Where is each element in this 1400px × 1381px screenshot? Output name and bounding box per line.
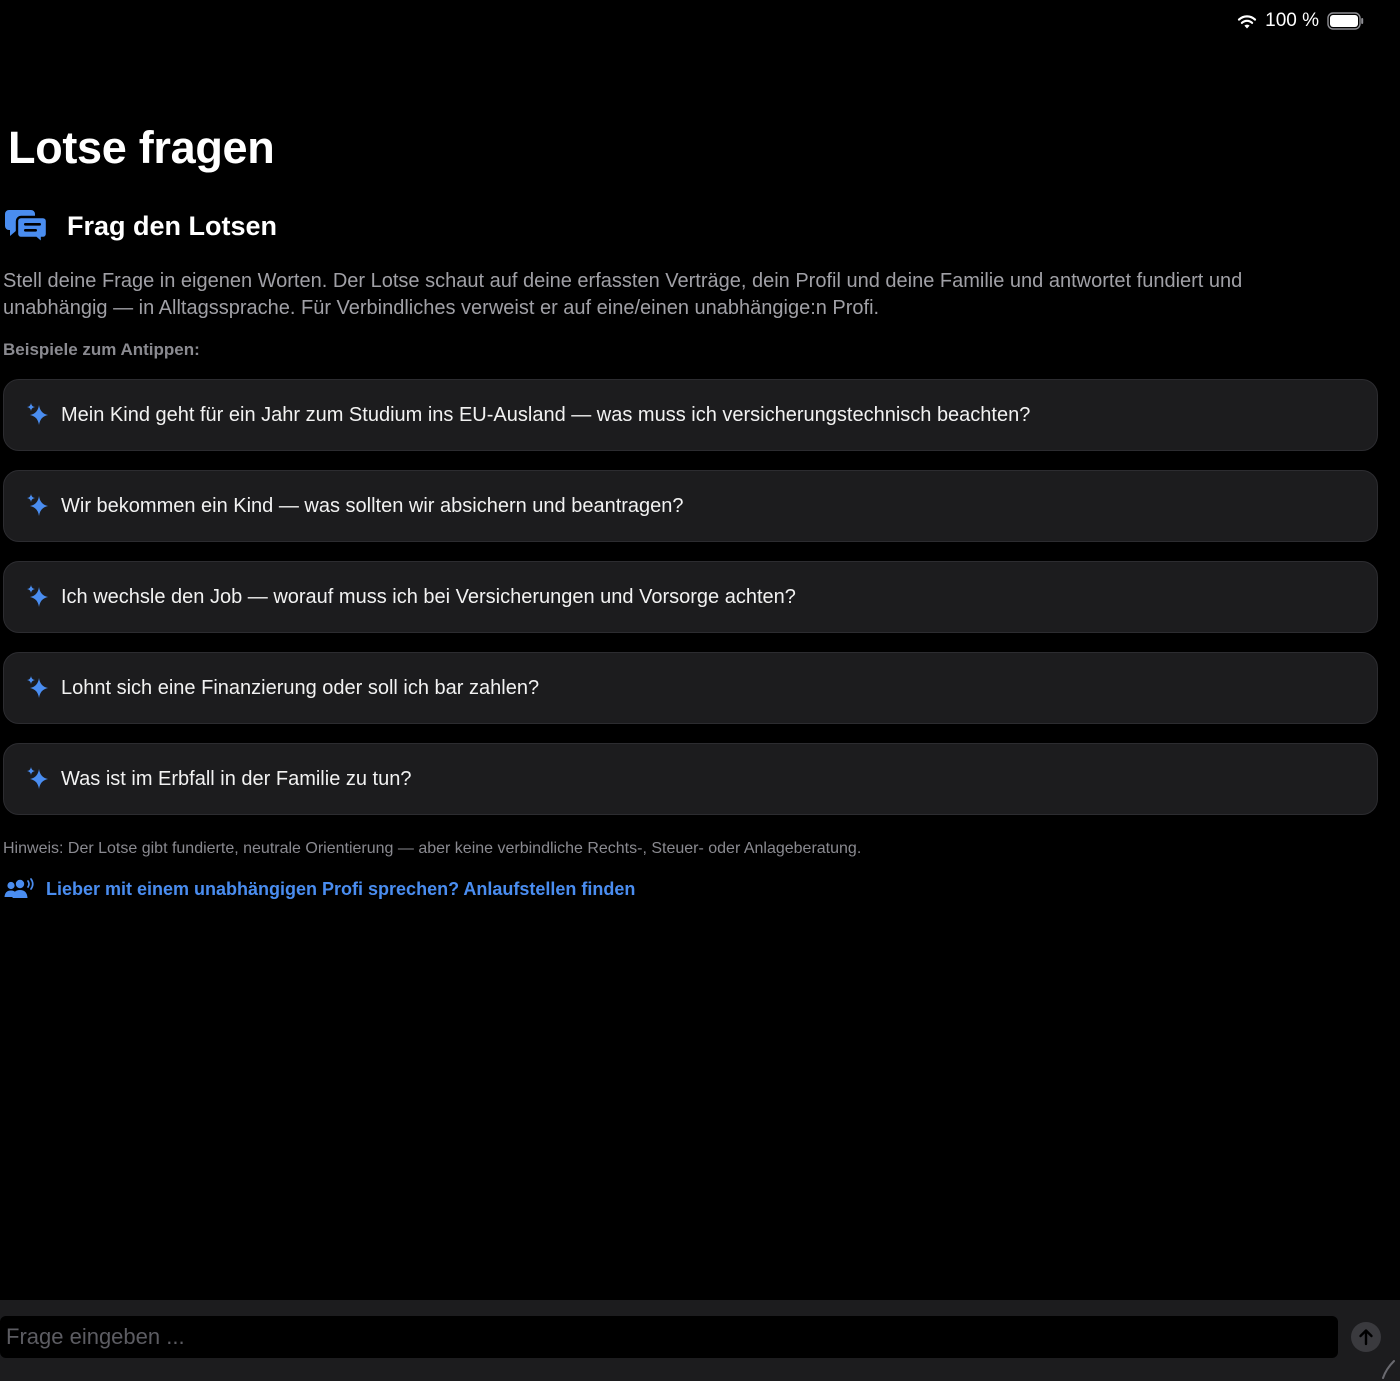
example-card[interactable]: Was ist im Erbfall in der Familie zu tun… xyxy=(3,743,1378,815)
sparkle-icon xyxy=(27,403,48,425)
arrow-up-icon xyxy=(1359,1329,1373,1346)
sparkle-icon xyxy=(27,585,48,607)
example-card[interactable]: Wir bekommen ein Kind — was sollten wir … xyxy=(3,470,1378,542)
wifi-icon xyxy=(1238,14,1257,28)
question-input[interactable] xyxy=(0,1316,1338,1358)
example-list: Mein Kind geht für ein Jahr zum Studium … xyxy=(3,379,1378,834)
example-card[interactable]: Mein Kind geht für ein Jahr zum Studium … xyxy=(3,379,1378,451)
sparkle-icon xyxy=(27,676,48,698)
intro-text: Stell deine Frage in eigenen Worten. Der… xyxy=(3,270,1243,319)
example-text: Ich wechsle den Job — worauf muss ich be… xyxy=(61,585,796,608)
input-bar xyxy=(0,1300,1400,1381)
sparkle-icon xyxy=(27,767,48,789)
example-text: Wir bekommen ein Kind — was sollten wir … xyxy=(61,494,684,517)
find-professional-label: Lieber mit einem unabhängigen Profi spre… xyxy=(46,878,636,899)
find-professional-link[interactable]: Lieber mit einem unabhängigen Profi spre… xyxy=(4,878,635,900)
sparkle-icon xyxy=(27,494,48,516)
example-card[interactable]: Ich wechsle den Job — worauf muss ich be… xyxy=(3,561,1378,633)
chat-bubbles-icon xyxy=(5,210,49,244)
section-header: Frag den Lotsen xyxy=(5,208,277,244)
battery-percentage: 100 % xyxy=(1265,10,1319,31)
send-button[interactable] xyxy=(1351,1322,1381,1352)
people-speaking-icon xyxy=(4,878,34,898)
disclaimer-hint: Hinweis: Der Lotse gibt fundierte, neutr… xyxy=(3,840,862,857)
examples-label: Beispiele zum Antippen: xyxy=(3,340,200,359)
example-text: Lohnt sich eine Finanzierung oder soll i… xyxy=(61,676,540,699)
page-title: Lotse fragen xyxy=(8,122,275,173)
example-card[interactable]: Lohnt sich eine Finanzierung oder soll i… xyxy=(3,652,1378,724)
status-bar: 100 % xyxy=(1237,10,1364,32)
example-text: Mein Kind geht für ein Jahr zum Studium … xyxy=(61,403,1031,426)
battery-icon xyxy=(1327,12,1364,30)
resize-handle-icon[interactable] xyxy=(1380,1359,1396,1379)
example-text: Was ist im Erbfall in der Familie zu tun… xyxy=(61,767,412,790)
section-title: Frag den Lotsen xyxy=(67,210,278,241)
